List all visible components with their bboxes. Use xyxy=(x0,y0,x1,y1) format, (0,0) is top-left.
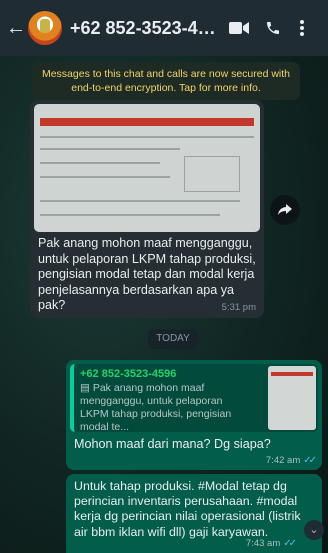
video-call-icon[interactable] xyxy=(222,21,256,35)
quoted-image-thumbnail xyxy=(268,366,316,430)
share-forward-icon[interactable] xyxy=(270,195,300,225)
phone-call-icon[interactable] xyxy=(256,20,290,36)
image-icon: ▤ xyxy=(80,382,90,394)
image-panel xyxy=(184,156,240,192)
image-row xyxy=(40,214,220,216)
outgoing-message-reply[interactable]: +62 852-3523-4596 ▤ Pak anang mohon maaf… xyxy=(66,360,322,470)
image-row xyxy=(40,176,170,178)
outgoing-message-text: Mohon maaf dari mana? Dg siapa? xyxy=(74,437,271,451)
double-check-icon: ✓✓ xyxy=(303,455,317,466)
more-vert-icon[interactable] xyxy=(290,20,314,36)
image-row xyxy=(40,162,160,164)
image-row xyxy=(40,148,180,150)
quoted-text: ▤ Pak anang mohon maaf mengganggu, untuk… xyxy=(80,382,252,434)
image-header-bar xyxy=(40,118,254,126)
message-meta: 7:43 am ✓✓ xyxy=(245,538,297,549)
outgoing-message-text: Untuk tahap produksi. #Modal tetap dg pe… xyxy=(74,479,301,539)
quoted-text-content: Pak anang mohon maaf mengganggu, untuk p… xyxy=(80,382,232,433)
date-separator: TODAY xyxy=(148,329,198,349)
incoming-message[interactable]: Pak anang mohon maaf mengganggu, untuk p… xyxy=(30,100,264,318)
contact-name[interactable]: +62 852-3523-45... xyxy=(70,18,222,39)
image-thumbnail[interactable] xyxy=(34,104,260,232)
chat-header: ← +62 852-3523-45... xyxy=(0,0,328,56)
image-row xyxy=(40,200,240,202)
avatar[interactable] xyxy=(28,11,62,45)
message-time: 7:42 am xyxy=(265,455,301,466)
arrow-back-icon[interactable]: ← xyxy=(6,18,26,38)
message-time: 7:43 am xyxy=(245,538,281,549)
message-time: 5:31 pm xyxy=(221,302,256,313)
message-meta: 7:42 am ✓✓ xyxy=(265,455,317,466)
encryption-notice[interactable]: Messages to this chat and calls are now … xyxy=(32,62,300,100)
outgoing-message[interactable]: Untuk tahap produksi. #Modal tetap dg pe… xyxy=(66,474,322,553)
scroll-down-icon[interactable]: ⌄ xyxy=(304,520,324,540)
double-check-icon: ✓✓ xyxy=(283,538,297,549)
quoted-message[interactable]: +62 852-3523-4596 ▤ Pak anang mohon maaf… xyxy=(70,364,318,434)
image-row xyxy=(40,136,254,138)
